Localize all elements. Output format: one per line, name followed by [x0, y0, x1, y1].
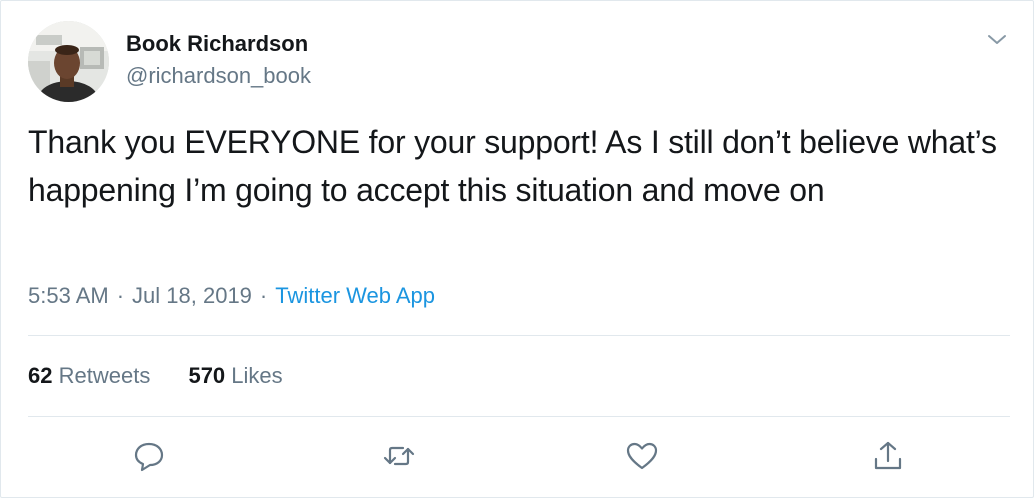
- retweets-count: 62: [28, 363, 53, 388]
- retweets-label: Retweets: [58, 363, 151, 388]
- like-button[interactable]: [625, 439, 659, 473]
- reply-icon: [134, 442, 164, 472]
- heart-icon: [626, 442, 658, 470]
- author-handle[interactable]: @richardson_book: [126, 63, 311, 89]
- share-button[interactable]: [871, 439, 905, 473]
- tweet-time[interactable]: 5:53 AM: [28, 283, 109, 308]
- tweet-source-link[interactable]: Twitter Web App: [275, 283, 435, 308]
- tweet-card: Book Richardson @richardson_book Thank y…: [0, 0, 1034, 498]
- retweet-icon: [383, 446, 415, 466]
- likes-stat[interactable]: 570 Likes: [188, 363, 282, 389]
- tweet-stats: 62 Retweets 570 Likes: [28, 363, 283, 389]
- chevron-down-icon[interactable]: [985, 31, 1009, 49]
- meta-separator: ·: [116, 283, 125, 308]
- divider: [28, 416, 1010, 417]
- meta-separator: ·: [259, 283, 268, 308]
- tweet-text: Thank you EVERYONE for your support! As …: [28, 124, 997, 208]
- author-display-name[interactable]: Book Richardson: [126, 31, 308, 57]
- likes-label: Likes: [231, 363, 283, 388]
- likes-count: 570: [188, 363, 226, 388]
- retweets-stat[interactable]: 62 Retweets: [28, 363, 150, 389]
- avatar[interactable]: [28, 21, 109, 102]
- share-icon: [874, 441, 902, 470]
- reply-button[interactable]: [132, 439, 166, 473]
- tweet-date[interactable]: Jul 18, 2019: [132, 283, 252, 308]
- retweet-button[interactable]: [382, 439, 416, 473]
- tweet-metadata: 5:53 AM · Jul 18, 2019 · Twitter Web App: [28, 283, 435, 309]
- avatar-image: [28, 21, 109, 102]
- divider: [28, 335, 1010, 336]
